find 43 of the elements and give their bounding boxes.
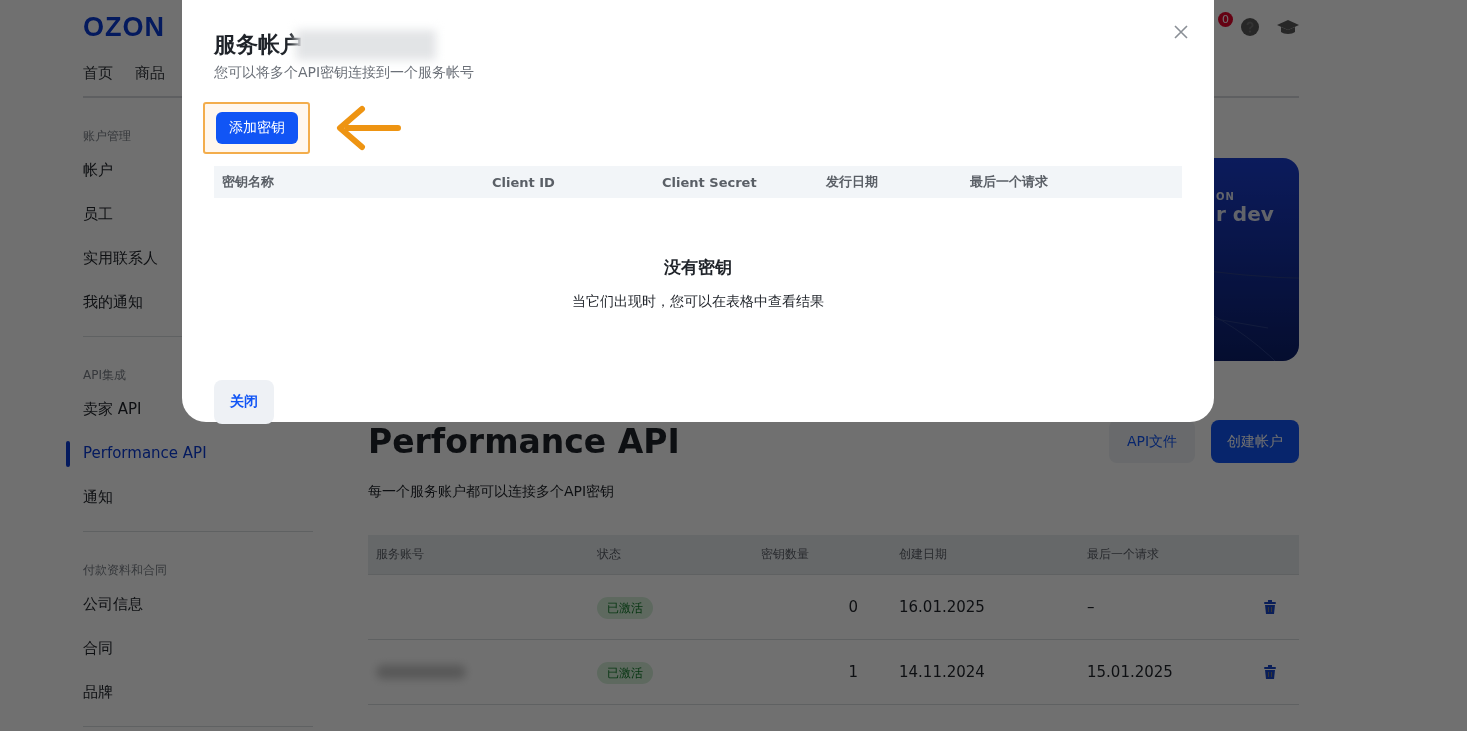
column-header: Client Secret: [661, 174, 758, 190]
table-cell: 16.01.2025: [899, 598, 985, 616]
column-header: 状态: [596, 546, 622, 563]
status-badge: 已激活: [597, 661, 653, 684]
help-icon[interactable]: [1241, 18, 1259, 36]
table-cell: 14.11.2024: [899, 663, 985, 681]
sidebar-item[interactable]: Performance API: [66, 431, 313, 475]
column-header: 发行日期: [825, 173, 879, 191]
graduation-cap-icon[interactable]: [1277, 19, 1299, 35]
banner-title: r dev: [1216, 202, 1275, 226]
table-cell: 1: [848, 663, 858, 681]
close-button[interactable]: 关闭: [214, 380, 274, 424]
empty-state-title: 没有密钥: [664, 256, 732, 279]
sidebar-item[interactable]: 公司信息: [66, 582, 313, 626]
docs-button[interactable]: API文件: [1109, 420, 1195, 463]
nav-tab[interactable]: 商品: [135, 64, 165, 83]
dialog-subtitle: 您可以将多个API密钥连接到一个服务帐号: [214, 64, 476, 82]
delete-icon[interactable]: [1262, 665, 1277, 679]
sidebar-item[interactable]: 通知: [66, 475, 313, 519]
banner-brand: ON: [1216, 191, 1236, 202]
status-badge: 已激活: [597, 596, 653, 619]
column-header: 最后一个请求: [969, 173, 1049, 191]
empty-state-text: 当它们出现时，您可以在表格中查看结果: [572, 293, 824, 311]
description: 每一个服务账户都可以连接多个API密钥: [368, 483, 616, 501]
table-cell: 15.01.2025: [1087, 663, 1173, 681]
column-header: 服务账号: [375, 546, 425, 563]
nav-tab[interactable]: 首页: [83, 64, 113, 83]
dialog-title: 服务帐户: [214, 31, 302, 59]
table-cell: 0: [848, 598, 858, 616]
notification-badge: 0: [1218, 11, 1233, 27]
column-header: 密钥名称: [221, 173, 275, 191]
add-key-button[interactable]: 添加密钥: [216, 112, 298, 144]
logo[interactable]: OZON: [83, 11, 165, 43]
column-header: 创建日期: [898, 546, 948, 563]
section-heading: API集成: [83, 367, 127, 384]
table-cell: –: [1087, 598, 1095, 616]
sidebar-item[interactable]: 品牌: [66, 670, 313, 714]
create-account-button[interactable]: 创建帐户: [1211, 420, 1299, 463]
column-header: Client ID: [491, 174, 556, 190]
delete-icon[interactable]: [1262, 600, 1277, 614]
sidebar-item[interactable]: 合同: [66, 626, 313, 670]
close-icon[interactable]: [1174, 25, 1188, 39]
page-title: Performance API: [368, 422, 680, 461]
